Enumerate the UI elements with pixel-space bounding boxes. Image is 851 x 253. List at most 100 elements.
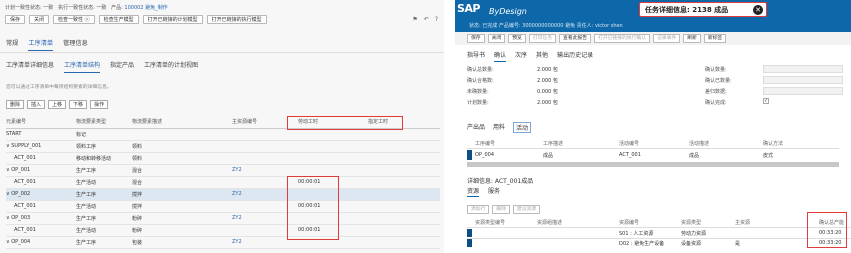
suggest-resource-button[interactable]: 建议资源	[513, 205, 541, 214]
col-res-id[interactable]: 资源编号	[619, 219, 639, 226]
table-row[interactable]: ACT_001 生产活动 粉碎 00:00:01	[6, 224, 440, 237]
delete-button[interactable]: 删除	[6, 100, 25, 109]
toolbar-button[interactable]: 查看此报告	[559, 34, 592, 43]
table-row[interactable]: START 标记	[6, 128, 440, 141]
tab-confirm[interactable]: 确认	[494, 50, 507, 62]
col-res-type[interactable]: 资源类型	[681, 219, 701, 226]
col-confirm-cap[interactable]: 确认总产能	[819, 219, 844, 226]
tab-process-list[interactable]: 工序清单	[28, 38, 54, 51]
resource-actions: 添加行 删除 建议资源	[467, 205, 541, 214]
save-button[interactable]: 保存	[5, 15, 26, 24]
table-row[interactable]: ∨ OP_004 生产工序 包装 ZY2	[6, 236, 440, 249]
tab-plan-view[interactable]: 工序清单的计划视图	[144, 60, 198, 73]
open-plan-model-button[interactable]: 打开已链接的计划模型	[142, 15, 203, 24]
tab-instructions[interactable]: 指导书	[467, 50, 485, 62]
close-icon[interactable]: ✕	[753, 4, 763, 15]
table-row[interactable]: ∨ OP_003 生产工序 粉碎 ZY2	[6, 212, 440, 225]
cell-labor-time	[298, 152, 368, 165]
cell-element-id: ∨ SUPPLY_001	[6, 140, 76, 153]
horizontal-scrollbar[interactable]	[467, 162, 839, 167]
toolbar-button[interactable]: 关闭	[487, 34, 506, 43]
toolbar-button[interactable]: 新标签	[703, 34, 727, 43]
toolbar-button[interactable]: 打印任务	[528, 34, 557, 43]
delete-button[interactable]: 删除	[492, 205, 511, 214]
cell-res-id: D02 : 避免生产设备	[619, 241, 665, 247]
cell-element-id: ACT_001	[6, 152, 76, 165]
flag-icon[interactable]: ⚑	[412, 16, 417, 23]
toolbar-button[interactable]: 预览	[508, 34, 526, 43]
cell-main-resource	[232, 224, 298, 237]
product-link[interactable]: 100002 避免_制作	[124, 5, 167, 11]
confirm-qty-field[interactable]	[763, 65, 843, 73]
table-row[interactable]: ACT_001 移动和转移活动 领料	[6, 152, 440, 165]
insert-button[interactable]: 插入	[27, 100, 46, 109]
col-op-desc[interactable]: 工序描述	[543, 140, 563, 147]
row-selector[interactable]	[467, 239, 472, 247]
cell-element-id: ACT_001	[6, 200, 76, 213]
table-row[interactable]: ACT_001 生产活动 搅拌 00:00:01	[6, 200, 440, 213]
undo-icon[interactable]: ↶	[424, 16, 429, 23]
move-down-button[interactable]: 下移	[69, 100, 88, 109]
tab-products[interactable]: 指定产品	[110, 60, 134, 73]
col-res-group-desc[interactable]: 资源组描述	[537, 219, 562, 226]
close-button[interactable]: 关闭	[29, 15, 50, 24]
tab-resources[interactable]: 资源	[467, 186, 480, 197]
tab-structure[interactable]: 工序清单结构	[64, 60, 101, 73]
toolbar-button[interactable]: 刷新	[683, 34, 701, 43]
toolbar-button[interactable]: 记录事件	[653, 34, 681, 43]
table-row[interactable]: ∨ OP_001 生产工序 混合 ZY2	[6, 164, 440, 177]
cell-element-type: 生产活动	[76, 200, 132, 213]
tab-services[interactable]: 服务	[488, 186, 500, 197]
tab-admin[interactable]: 管理信息	[63, 38, 88, 51]
col-act-id[interactable]: 活动编号	[619, 140, 639, 147]
cell-assigned-time	[368, 176, 440, 189]
col-main-res[interactable]: 主资源	[735, 219, 750, 226]
help-icon[interactable]: ?	[435, 16, 438, 23]
cell-element-type: 标记	[76, 128, 132, 141]
tab-output-history[interactable]: 输出历史记录	[557, 50, 593, 62]
open-exec-model-button[interactable]: 打开已链接的执行模型	[206, 15, 267, 24]
row-selector[interactable]	[467, 150, 472, 160]
col-res-type-id[interactable]: 资源类型编号	[475, 219, 505, 226]
tab-other[interactable]: 其他	[536, 50, 548, 62]
tab-sequence[interactable]: 次序	[515, 50, 527, 62]
col-op-id[interactable]: 工序编号	[475, 140, 495, 147]
row-selector[interactable]	[467, 229, 472, 237]
confirmed-qty-field[interactable]	[763, 76, 843, 84]
cell-act-desc: 成品	[689, 153, 700, 159]
check-consistency-button[interactable]: 检查一致性 ⓥ	[53, 15, 95, 24]
col-assigned-time[interactable]: 指定工时	[368, 115, 440, 129]
col-main-resource[interactable]: 主资源编号	[232, 115, 298, 129]
table-row[interactable]: ∨ OP_002 生产工序 搅拌 ZY2	[6, 188, 440, 201]
move-up-button[interactable]: 上移	[48, 100, 67, 109]
cell-element-desc: 搅拌	[132, 200, 232, 213]
cell-element-id: ACT_001	[6, 224, 76, 237]
col-element-desc[interactable]: 物流要素描述	[132, 115, 232, 129]
col-confirm-method[interactable]: 确认方法	[763, 140, 783, 147]
header-info: 计划一致性状态: 一致 执行一致性状态: 一致 产品: 100002 避免_制作	[5, 4, 168, 11]
col-element-id[interactable]: 元素编号	[6, 115, 76, 129]
actions-button[interactable]: 操作	[90, 100, 109, 109]
col-act-desc[interactable]: 活动描述	[689, 140, 709, 147]
task-toolbar: 保存 关闭 预览 打印任务 查看此报告 打开已链接的执行确认 记录事件 刷新 新标签	[455, 32, 851, 45]
diff-field[interactable]	[763, 87, 843, 95]
tab-details[interactable]: 工序清单详细信息	[6, 60, 54, 73]
cell-element-desc: 包装	[132, 236, 232, 249]
form-label: 确认合格数:	[467, 78, 494, 84]
tab-activity[interactable]: 活动	[513, 122, 532, 133]
table-row[interactable]: ACT_001 生产活动 混合 00:00:01	[6, 176, 440, 189]
tab-material[interactable]: 用料	[493, 122, 505, 133]
tab-general[interactable]: 常规	[6, 38, 18, 51]
cell-element-id: START	[6, 128, 76, 141]
table-row[interactable]: ∨ SUPPLY_001 领料工序 领料	[6, 140, 440, 153]
col-element-type[interactable]: 物流要素类型	[76, 115, 132, 129]
complete-checkbox[interactable]: ✓	[763, 98, 769, 104]
main-toolbar: 保存 关闭 检查一致性 ⓥ 检查生产模型 打开已链接的计划模型 打开已链接的执行…	[5, 15, 267, 24]
cell-act-id: ACT_001	[619, 152, 641, 158]
toolbar-button[interactable]: 打开已链接的执行确认	[594, 34, 651, 43]
add-row-button[interactable]: 添加行	[467, 205, 490, 214]
tab-output[interactable]: 产出品	[467, 122, 485, 133]
col-labor-time[interactable]: 劳动工时	[298, 115, 368, 129]
toolbar-button[interactable]: 保存	[467, 34, 485, 43]
check-model-button[interactable]: 检查生产模型	[98, 15, 139, 24]
